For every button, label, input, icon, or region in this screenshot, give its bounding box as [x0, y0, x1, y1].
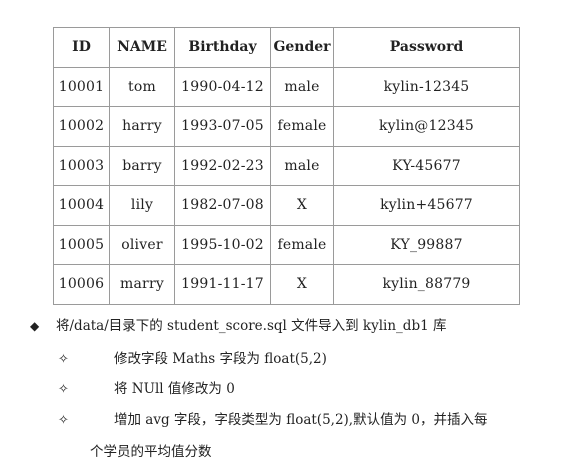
table-row: 10003 barry 1992-02-23 male KY-45677	[53, 145, 520, 186]
table-row: 10006 marry 1991-11-17 X kylin_88779	[53, 264, 520, 305]
header-name: NAME	[109, 27, 175, 68]
main-instruction: ◆ 将/data/目录下的 student_score.sql 文件导入到 kyl…	[30, 318, 447, 334]
header-birthday: Birthday	[174, 27, 271, 68]
cell-name: barry	[109, 145, 175, 186]
cell-gender: male	[270, 66, 334, 107]
cell-id: 10001	[53, 66, 110, 107]
sub-instruction: ✧ 将 NUll 值修改为 0	[30, 381, 235, 397]
cell-birthday: 1982-07-08	[174, 185, 271, 226]
cell-gender: female	[270, 106, 334, 147]
table-header-row: ID NAME Birthday Gender Password	[53, 27, 520, 68]
sub-instruction-text: 将 NUll 值修改为 0	[114, 381, 235, 397]
sub-instruction-continuation: 个学员的平均值分数	[90, 444, 212, 460]
cell-birthday: 1991-11-17	[174, 264, 271, 305]
sub-instruction: ✧ 增加 avg 字段，字段类型为 float(5,2),默认值为 0，并插入每	[30, 412, 488, 428]
cell-gender: female	[270, 224, 334, 265]
star-bullet-icon: ✧	[58, 413, 69, 428]
sub-instruction: ✧ 修改字段 Maths 字段为 float(5,2)	[30, 351, 327, 367]
cell-gender: male	[270, 145, 334, 186]
student-table: ID NAME Birthday Gender Password 10001 t…	[53, 27, 520, 305]
cell-id: 10005	[53, 224, 110, 265]
cell-name: lily	[109, 185, 175, 226]
cell-birthday: 1993-07-05	[174, 106, 271, 147]
cell-password: KY_99887	[333, 224, 520, 265]
cell-password: kylin-12345	[333, 66, 520, 107]
cell-id: 10003	[53, 145, 110, 186]
star-bullet-icon: ✧	[58, 382, 69, 397]
cell-id: 10004	[53, 185, 110, 226]
diamond-bullet-icon: ◆	[30, 319, 40, 333]
header-id: ID	[53, 27, 110, 68]
header-password: Password	[333, 27, 520, 68]
cell-password: kylin@12345	[333, 106, 520, 147]
cell-birthday: 1995-10-02	[174, 224, 271, 265]
cell-id: 10002	[53, 106, 110, 147]
cell-gender: X	[270, 264, 334, 305]
table-row: 10001 tom 1990-04-12 male kylin-12345	[53, 66, 520, 107]
sub-instruction-text: 修改字段 Maths 字段为 float(5,2)	[114, 351, 327, 367]
sub-instruction-text: 增加 avg 字段，字段类型为 float(5,2),默认值为 0，并插入每	[114, 412, 488, 428]
cell-birthday: 1992-02-23	[174, 145, 271, 186]
cell-gender: X	[270, 185, 334, 226]
table-row: 10002 harry 1993-07-05 female kylin@1234…	[53, 106, 520, 147]
cell-name: oliver	[109, 224, 175, 265]
cell-name: marry	[109, 264, 175, 305]
cell-name: harry	[109, 106, 175, 147]
cell-password: KY-45677	[333, 145, 520, 186]
cell-birthday: 1990-04-12	[174, 66, 271, 107]
cell-password: kylin+45677	[333, 185, 520, 226]
student-table-container: ID NAME Birthday Gender Password 10001 t…	[53, 27, 520, 305]
main-instruction-text: 将/data/目录下的 student_score.sql 文件导入到 kyli…	[56, 318, 447, 334]
table-row: 10005 oliver 1995-10-02 female KY_99887	[53, 224, 520, 265]
header-gender: Gender	[270, 27, 334, 68]
table-row: 10004 lily 1982-07-08 X kylin+45677	[53, 185, 520, 226]
star-bullet-icon: ✧	[58, 352, 69, 367]
cell-name: tom	[109, 66, 175, 107]
cell-password: kylin_88779	[333, 264, 520, 305]
cell-id: 10006	[53, 264, 110, 305]
